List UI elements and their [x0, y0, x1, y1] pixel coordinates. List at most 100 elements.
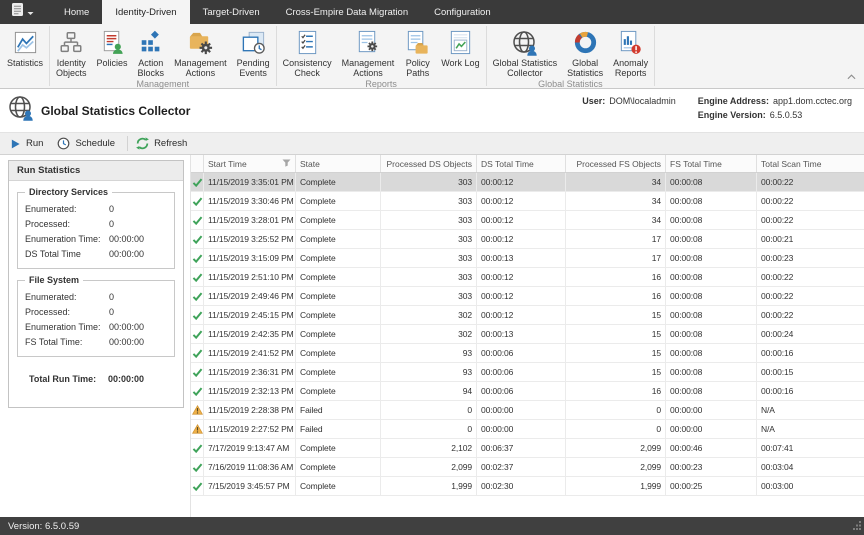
table-row[interactable]: 11/15/2019 2:28:38 PMFailed000:00:00000:… [191, 401, 864, 420]
column-header-processed-fs-objects[interactable]: Processed FS Objects [566, 155, 666, 172]
cell-state: Complete [296, 344, 381, 362]
table-row[interactable]: 11/15/2019 2:27:52 PMFailed000:00:00000:… [191, 420, 864, 439]
cell-state: Failed [296, 420, 381, 438]
table-row[interactable]: 11/15/2019 3:25:52 PMComplete30300:00:12… [191, 230, 864, 249]
resize-grip[interactable] [852, 520, 862, 533]
run-button[interactable]: Run [5, 136, 52, 152]
table-row[interactable]: 11/15/2019 2:42:35 PMComplete30200:00:13… [191, 325, 864, 344]
ribbon-button-reports-work-log[interactable]: Work Log [436, 27, 484, 68]
cell-ds-total-time: 00:02:37 [477, 458, 566, 476]
stat-value: 00:00:00 [109, 320, 144, 335]
table-row[interactable]: 7/16/2019 11:08:36 AMComplete2,09900:02:… [191, 458, 864, 477]
run-icon [10, 138, 21, 150]
cell-processed-fs-objects: 15 [566, 306, 666, 324]
engine-address-label: Engine Address: [698, 96, 769, 106]
table-row[interactable]: 11/15/2019 2:32:13 PMComplete9400:00:061… [191, 382, 864, 401]
column-header-start-time[interactable]: Start Time [204, 155, 296, 172]
cell-processed-fs-objects: 0 [566, 420, 666, 438]
ribbon-button-global-statistics-global-statistics[interactable]: Global Statistics [562, 27, 608, 78]
column-header-status[interactable] [191, 155, 204, 172]
refresh-button[interactable]: Refresh [131, 135, 196, 152]
stat-label: Enumerated: [25, 290, 109, 305]
stat-row-enumerated: Enumerated:0 [25, 290, 167, 305]
status-complete-icon [191, 325, 204, 343]
ribbon-button-management-identity-objects[interactable]: Identity Objects [51, 27, 92, 78]
status-complete-icon [191, 249, 204, 267]
ribbon-button-management-pending-events[interactable]: Pending Events [232, 27, 275, 78]
ribbon-tabs: HomeIdentity-DrivenTarget-DrivenCross-Em… [51, 0, 504, 24]
tab-identity-driven[interactable]: Identity-Driven [102, 0, 189, 24]
column-header-state[interactable]: State [296, 155, 381, 172]
stat-label: DS Total Time [25, 247, 109, 262]
policies-icon [99, 28, 126, 57]
cell-state: Complete [296, 249, 381, 267]
status-complete-icon [191, 458, 204, 476]
table-row[interactable]: 11/15/2019 2:49:46 PMComplete30300:00:12… [191, 287, 864, 306]
global-statistics-icon [572, 28, 599, 57]
toolbar-separator [127, 136, 128, 151]
cell-start-time: 7/16/2019 11:08:36 AM [204, 458, 296, 476]
cell-processed-ds-objects: 94 [381, 382, 477, 400]
tab-target-driven[interactable]: Target-Driven [190, 0, 273, 24]
cell-processed-fs-objects: 16 [566, 268, 666, 286]
cell-fs-total-time: 00:00:08 [666, 268, 757, 286]
cell-state: Complete [296, 192, 381, 210]
table-row[interactable]: 11/15/2019 2:41:52 PMComplete9300:00:061… [191, 344, 864, 363]
cell-start-time: 11/15/2019 2:27:52 PM [204, 420, 296, 438]
ribbon-button-global-statistics-global-statistics-collector[interactable]: Global Statistics Collector [488, 27, 563, 78]
column-header-processed-ds-objects[interactable]: Processed DS Objects [381, 155, 477, 172]
cell-state: Complete [296, 325, 381, 343]
cell-start-time: 11/15/2019 2:51:10 PM [204, 268, 296, 286]
table-row[interactable]: 7/15/2019 3:45:57 PMComplete1,99900:02:3… [191, 477, 864, 496]
refresh-icon [136, 137, 149, 150]
cell-total-scan-time: 00:00:16 [757, 382, 864, 400]
cell-fs-total-time: 00:00:08 [666, 173, 757, 191]
stats-group-directory-services: Directory ServicesEnumerated:0Processed:… [17, 192, 175, 269]
cell-state: Complete [296, 363, 381, 381]
stat-row-enumerated: Enumerated:0 [25, 202, 167, 217]
ribbon-collapse-button[interactable] [847, 67, 856, 85]
status-complete-icon [191, 382, 204, 400]
ribbon-button-reports-management-actions[interactable]: Management Actions [337, 27, 400, 78]
cell-start-time: 11/15/2019 3:25:52 PM [204, 230, 296, 248]
table-row[interactable]: 11/15/2019 2:45:15 PMComplete30200:00:12… [191, 306, 864, 325]
table-row[interactable]: 7/17/2019 9:13:47 AMComplete2,10200:06:3… [191, 439, 864, 458]
cell-fs-total-time: 00:00:08 [666, 230, 757, 248]
table-row[interactable]: 11/15/2019 2:51:10 PMComplete30300:00:12… [191, 268, 864, 287]
tab-cross-empire-data-migration[interactable]: Cross-Empire Data Migration [273, 0, 421, 24]
ribbon-button-management-action-blocks[interactable]: Action Blocks [133, 27, 170, 78]
stat-value: 0 [109, 217, 114, 232]
table-row[interactable]: 11/15/2019 3:30:46 PMComplete30300:00:12… [191, 192, 864, 211]
cell-processed-ds-objects: 302 [381, 325, 477, 343]
ribbon-button-reports-policy-paths[interactable]: Policy Paths [399, 27, 436, 78]
status-complete-icon [191, 306, 204, 324]
tab-configuration[interactable]: Configuration [421, 0, 504, 24]
column-header-ds-total-time[interactable]: DS Total Time [477, 155, 566, 172]
sort-filter-icon[interactable] [282, 159, 291, 169]
consistency-check-icon [294, 28, 321, 57]
app-menu-caret-icon [27, 3, 34, 21]
cell-start-time: 11/15/2019 2:41:52 PM [204, 344, 296, 362]
ribbon-button-management-management-actions[interactable]: Management Actions [169, 27, 232, 78]
cell-state: Complete [296, 230, 381, 248]
cell-fs-total-time: 00:00:46 [666, 439, 757, 457]
engine-version-info: Engine Version:6.5.0.53 [698, 110, 852, 120]
ribbon-button-management-policies[interactable]: Policies [92, 27, 133, 68]
table-row[interactable]: 11/15/2019 3:35:01 PMComplete30300:00:12… [191, 173, 864, 192]
cell-ds-total-time: 00:00:00 [477, 420, 566, 438]
ribbon-button-statistics[interactable]: Statistics [2, 27, 48, 68]
table-row[interactable]: 11/15/2019 3:28:01 PMComplete30300:00:12… [191, 211, 864, 230]
cell-processed-fs-objects: 0 [566, 401, 666, 419]
cell-ds-total-time: 00:00:00 [477, 401, 566, 419]
stat-value: 00:00:00 [109, 247, 144, 262]
ribbon-button-reports-consistency-check[interactable]: Consistency Check [278, 27, 337, 78]
column-header-total-scan-time[interactable]: Total Scan Time [757, 155, 864, 172]
cell-start-time: 11/15/2019 2:42:35 PM [204, 325, 296, 343]
table-row[interactable]: 11/15/2019 3:15:09 PMComplete30300:00:13… [191, 249, 864, 268]
schedule-button[interactable]: Schedule [52, 135, 124, 152]
app-menu-button[interactable] [2, 0, 43, 24]
tab-home[interactable]: Home [51, 0, 102, 24]
table-row[interactable]: 11/15/2019 2:36:31 PMComplete9300:00:061… [191, 363, 864, 382]
ribbon-button-global-statistics-anomaly-reports[interactable]: Anomaly Reports [608, 27, 653, 78]
column-header-fs-total-time[interactable]: FS Total Time [666, 155, 757, 172]
